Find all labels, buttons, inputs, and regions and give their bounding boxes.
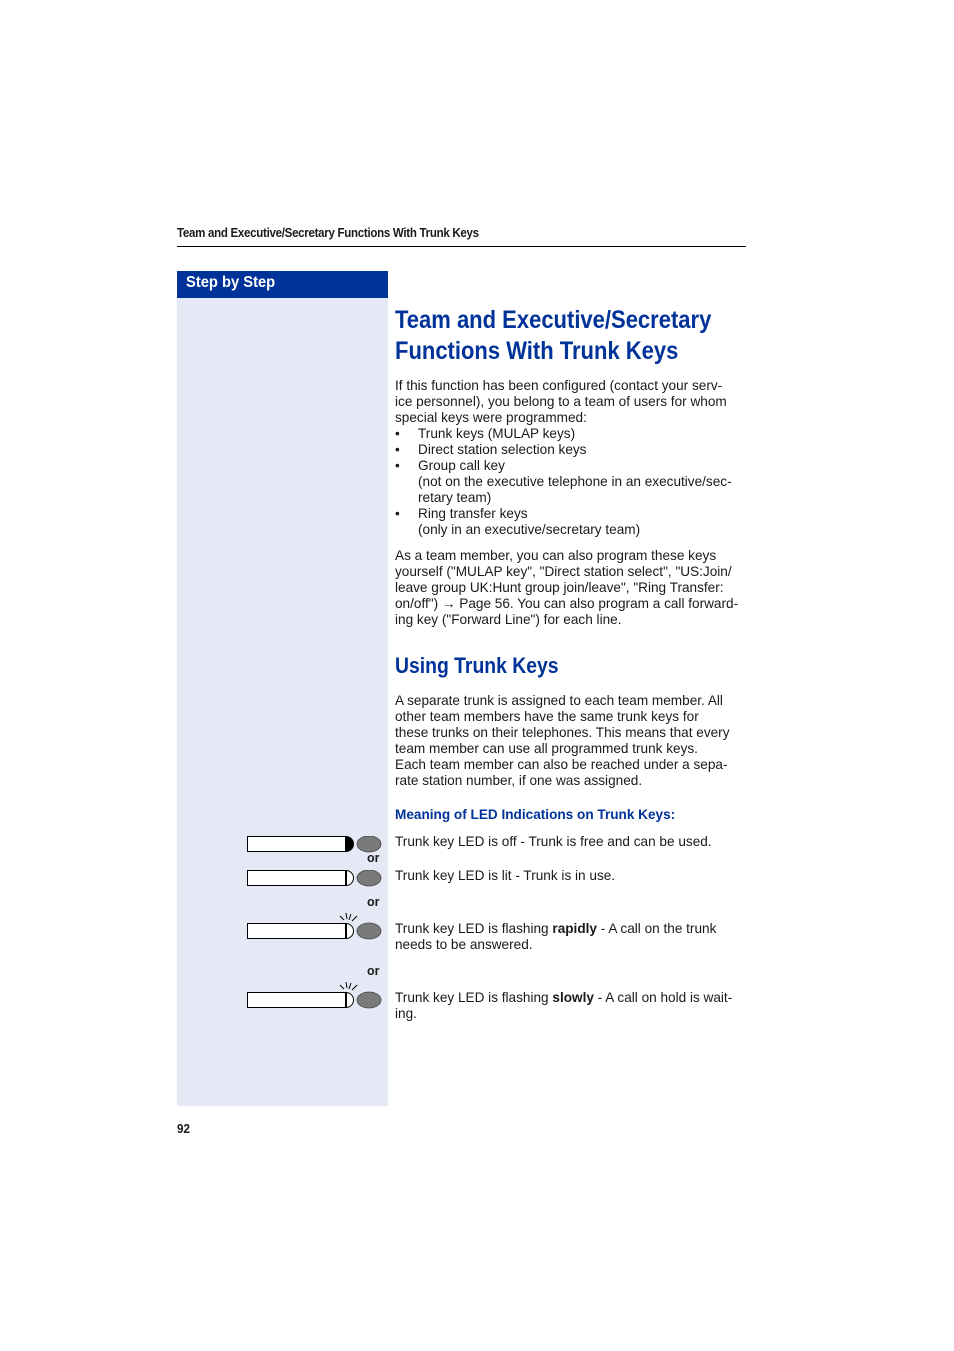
trunk-key-led-flashing-slowly-icon <box>247 981 383 1010</box>
led-state-description: Trunk key LED is flashing slowly - A cal… <box>395 990 747 1022</box>
text-line: As a team member, you can also program t… <box>395 548 717 563</box>
or-label: or <box>367 895 380 909</box>
text-line: If this function has been configured (co… <box>395 378 723 393</box>
text-line: special keys were programmed: <box>395 410 587 425</box>
led-state-text: - A call on hold is wait- <box>593 990 733 1005</box>
bullet: • <box>395 458 400 473</box>
or-label: or <box>367 964 380 978</box>
led-state-description: Trunk key LED is flashing rapidly - A ca… <box>395 921 747 953</box>
bullet: • <box>395 442 400 457</box>
led-state-text: Trunk key LED is flashing <box>395 990 553 1005</box>
list-item-note: (not on the executive telephone in an ex… <box>418 474 732 489</box>
running-head: Team and Executive/Secretary Functions W… <box>177 226 479 240</box>
led-state-text: Trunk key LED is flashing <box>395 921 553 936</box>
text-line: rate station number, if one was assigned… <box>395 773 643 788</box>
page-title-line: Team and Executive/Secretary <box>395 306 712 334</box>
header-rule <box>177 246 746 247</box>
text-line: ing key ("Forward Line") for each line. <box>395 612 622 627</box>
or-label: or <box>367 851 380 865</box>
list-item: • Trunk keys (MULAP keys) <box>395 426 747 442</box>
led-state-emphasis: slowly <box>552 990 594 1005</box>
text-line: Each team member can also be reached und… <box>395 757 728 772</box>
text-line: these trunks on their telephones. This m… <box>395 725 730 740</box>
list-item-text: Group call key <box>418 458 505 473</box>
text-line: ice personnel), you belong to a team of … <box>395 394 727 409</box>
sidebar-header: Step by Step <box>177 271 388 298</box>
text-line: yourself ("MULAP key", "Direct station s… <box>395 564 732 579</box>
list-item-note: retary team) <box>418 490 492 505</box>
list-item: • Group call key <box>395 458 747 474</box>
list-item-note: (only in an executive/secretary team) <box>418 522 641 537</box>
text-line: other team members have the same trunk k… <box>395 709 699 724</box>
page-reference-line[interactable]: on/off") → Page 56. You can also program… <box>395 596 747 612</box>
page-number: 92 <box>177 1121 191 1136</box>
intro-paragraph: If this function has been configured (co… <box>395 378 747 538</box>
special-keys-list: • Trunk keys (MULAP keys) • Direct stati… <box>395 426 747 538</box>
led-state-description: Trunk key LED is off - Trunk is free and… <box>395 834 747 850</box>
sidebar-header-label: Step by Step <box>186 274 276 291</box>
program-keys-paragraph: As a team member, you can also program t… <box>395 548 747 628</box>
led-state-text: needs to be answered. <box>395 937 533 952</box>
page-title: Team and Executive/Secretary Functions W… <box>395 305 711 367</box>
led-state-text: ing. <box>395 1006 417 1021</box>
text-line: leave group UK:Hunt group join/leave", "… <box>395 580 724 595</box>
list-item-text: Direct station selection keys <box>418 442 587 457</box>
list-item: • Direct station selection keys <box>395 442 747 458</box>
text-line: A separate trunk is assigned to each tea… <box>395 693 723 708</box>
section-title: Using Trunk Keys <box>395 653 559 678</box>
led-state-emphasis: rapidly <box>552 921 597 936</box>
trunk-key-led-off-icon <box>247 836 383 853</box>
led-state-text: Trunk key LED is off - Trunk is free and… <box>395 834 712 849</box>
led-state-text: Trunk key LED is lit - Trunk is in use. <box>395 868 616 883</box>
led-state-text: - A call on the trunk <box>596 921 717 936</box>
page-title-line: Functions With Trunk Keys <box>395 337 679 365</box>
list-item-text: Ring transfer keys <box>418 506 528 521</box>
list-item-text: Trunk keys (MULAP keys) <box>418 426 576 441</box>
list-item: • Ring transfer keys <box>395 506 747 522</box>
bullet: • <box>395 426 400 441</box>
bullet: • <box>395 506 400 521</box>
text-line: team member can use all programmed trunk… <box>395 741 698 756</box>
led-state-description: Trunk key LED is lit - Trunk is in use. <box>395 868 747 884</box>
subsection-title: Meaning of LED Indications on Trunk Keys… <box>395 807 676 822</box>
trunk-key-led-lit-icon <box>247 870 383 887</box>
trunk-key-led-flashing-rapidly-icon <box>247 912 383 941</box>
section-paragraph: A separate trunk is assigned to each tea… <box>395 693 747 789</box>
